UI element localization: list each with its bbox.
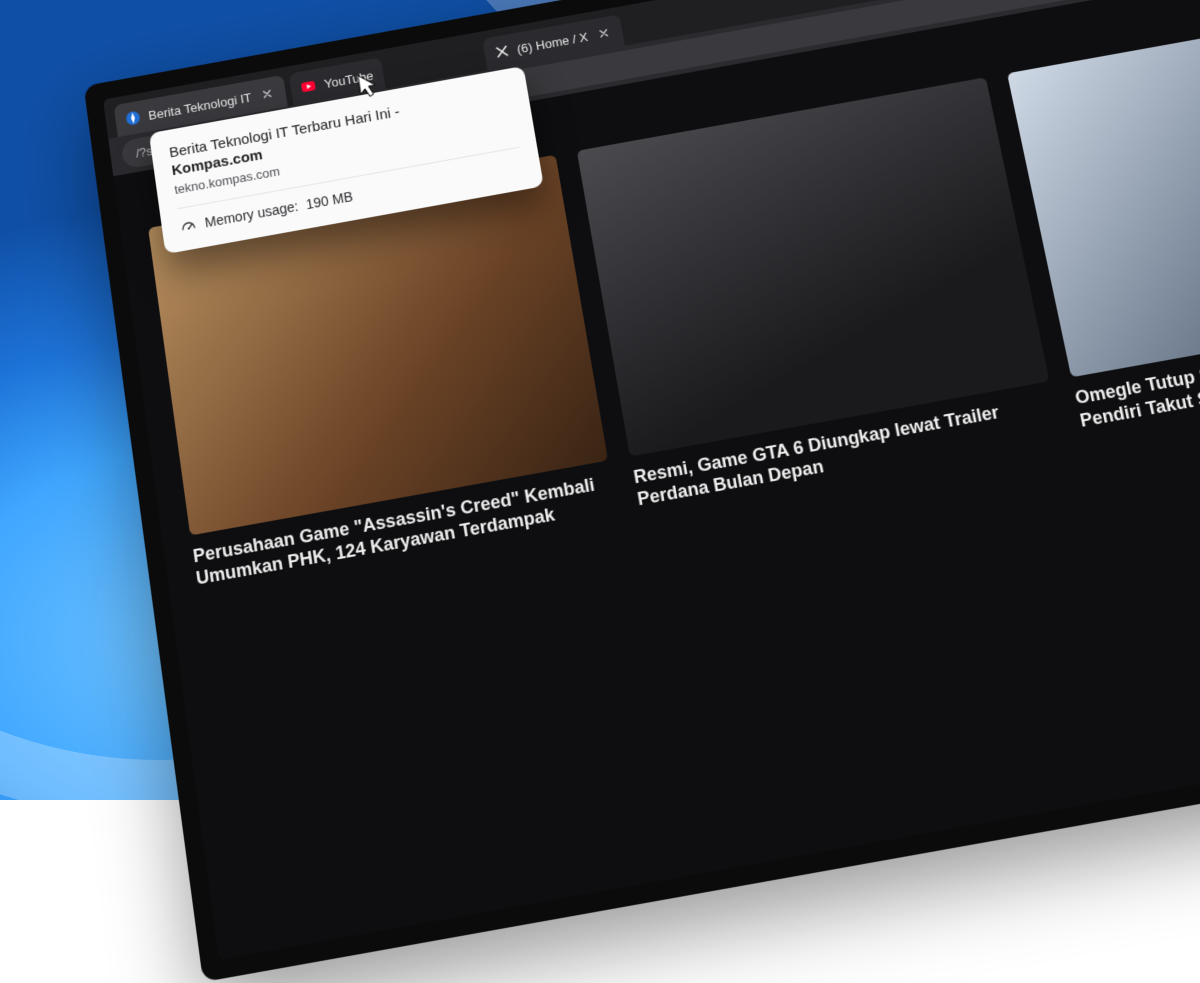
- gauge-icon: [179, 216, 199, 236]
- news-card[interactable]: Perusahaan Game "Assassin's Creed" Kemba…: [148, 155, 675, 925]
- tooltip-memory-value: 190 MB: [305, 189, 354, 213]
- mouse-cursor-icon: [357, 71, 380, 100]
- kompas-icon: [124, 109, 141, 127]
- tooltip-memory-label: Memory usage:: [204, 198, 300, 230]
- news-thumbnail: [577, 77, 1049, 456]
- youtube-icon: [300, 78, 318, 96]
- tab-label: (6) Home / X: [516, 29, 589, 56]
- tab-close-button[interactable]: [594, 23, 614, 43]
- monitor-bezel: Berita Teknologi IT YouTube: [84, 0, 1200, 982]
- x-icon: [493, 43, 511, 61]
- screen: Berita Teknologi IT YouTube: [103, 0, 1200, 960]
- scene: Berita Teknologi IT YouTube: [0, 0, 1200, 800]
- tab-close-button[interactable]: [258, 84, 278, 104]
- monitor: Berita Teknologi IT YouTube: [84, 0, 1200, 982]
